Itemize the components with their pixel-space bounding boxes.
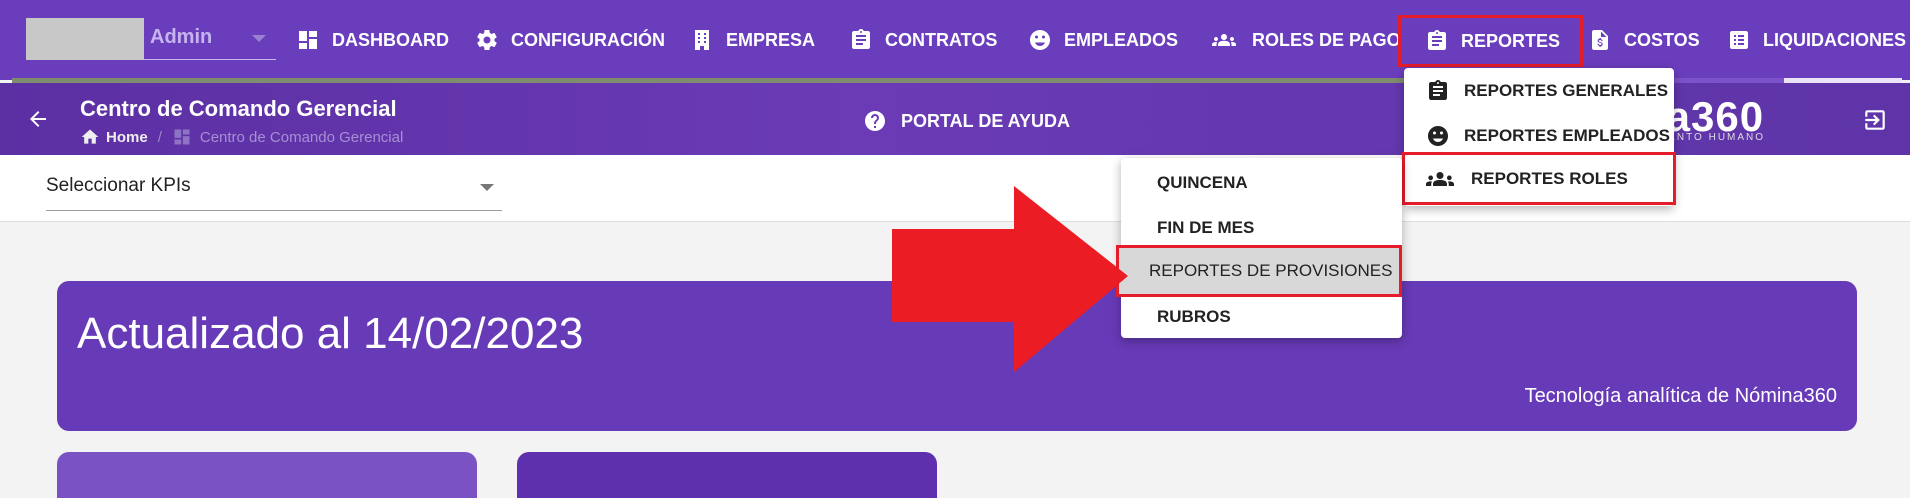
group-icon (1426, 171, 1454, 186)
nav-roles-de-pago-label: ROLES DE PAGO (1252, 29, 1401, 50)
banner-heading: Actualizado al 14/02/2023 (77, 309, 584, 358)
face-icon (1428, 125, 1448, 146)
gear-icon (477, 30, 497, 51)
nav-empresa[interactable]: EMPRESA (690, 20, 815, 60)
reportes-menu: REPORTES GENERALES REPORTES EMPLEADOS RE… (1402, 68, 1676, 206)
menu-item-label: REPORTES ROLES (1471, 168, 1628, 188)
nav-costos[interactable]: COSTOS (1588, 20, 1700, 60)
back-button[interactable] (26, 107, 50, 131)
reportes-roles-submenu: QUINCENA FIN DE MES REPORTES DE PROVISIO… (1116, 158, 1402, 339)
submenu-item-rubros[interactable]: RUBROS (1121, 294, 1402, 339)
nav-reportes[interactable]: REPORTES (1398, 15, 1584, 67)
nav-reportes-label: REPORTES (1461, 30, 1561, 51)
nav-configuracion[interactable]: CONFIGURACIÓN (475, 20, 665, 60)
nav-dashboard-label: DASHBOARD (332, 29, 449, 50)
dashboard-icon (174, 129, 190, 145)
submenu-item-label: RUBROS (1157, 306, 1231, 326)
help-icon (865, 111, 885, 131)
nav-contratos-label: CONTRATOS (885, 29, 998, 50)
menu-item-label: REPORTES EMPLEADOS (1464, 125, 1670, 145)
breadcrumb-current-label: Centro de Comando Gerencial (199, 128, 404, 146)
user-selector[interactable]: Admin (26, 18, 276, 60)
nav-roles-de-pago[interactable]: ROLES DE PAGO (1208, 20, 1401, 60)
clipboard-icon (1428, 30, 1446, 50)
arrow-back-icon (30, 111, 46, 127)
breadcrumb-current: Centro de Comando Gerencial (172, 127, 403, 147)
face-icon (1030, 30, 1050, 50)
nav-empleados-label: EMPLEADOS (1064, 29, 1179, 50)
menu-item-reportes-generales[interactable]: REPORTES GENERALES (1404, 68, 1674, 113)
chevron-down-icon (252, 35, 266, 42)
clipboard-icon (1429, 79, 1447, 100)
logout-icon (1865, 110, 1885, 130)
breadcrumb-home[interactable]: Home (80, 127, 148, 147)
submenu-item-fin-de-mes[interactable]: FIN DE MES (1121, 205, 1402, 250)
building-icon (695, 30, 709, 50)
submenu-item-label: QUINCENA (1157, 172, 1248, 192)
nav-configuracion-label: CONFIGURACIÓN (511, 29, 665, 50)
list-icon (1730, 31, 1748, 49)
submenu-item-label: REPORTES DE PROVISIONES (1149, 261, 1393, 280)
chevron-down-icon (480, 184, 494, 191)
kpi-card (57, 452, 477, 498)
dashboard-icon (299, 31, 317, 49)
breadcrumb-home-label: Home (106, 128, 148, 146)
page-title: Centro de Comando Gerencial (80, 96, 397, 121)
nav-costos-label: COSTOS (1624, 29, 1700, 50)
nav-empresa-label: EMPRESA (726, 29, 816, 50)
breadcrumb: Home / Centro de Comando Gerencial (80, 127, 403, 147)
clipboard-icon (852, 29, 870, 49)
help-portal-link[interactable]: PORTAL DE AYUDA (863, 109, 1070, 133)
menu-item-reportes-roles[interactable]: REPORTES ROLES (1402, 152, 1676, 205)
home-icon (81, 129, 99, 144)
nav-dashboard[interactable]: DASHBOARD (296, 20, 449, 60)
invoice-icon (1592, 30, 1608, 50)
banner-footer: Tecnología analítica de Nómina360 (1524, 385, 1837, 407)
submenu-item-quincena[interactable]: QUINCENA (1121, 160, 1402, 205)
arrow-shape (892, 186, 1128, 372)
kpi-select[interactable]: Seleccionar KPIs (46, 173, 502, 211)
help-portal-label: PORTAL DE AYUDA (901, 110, 1071, 131)
group-icon (1212, 34, 1236, 46)
nav-empleados[interactable]: EMPLEADOS (1028, 20, 1178, 60)
breadcrumb-separator: / (157, 128, 162, 146)
submenu-item-reportes-de-provisiones[interactable]: REPORTES DE PROVISIONES (1116, 245, 1402, 297)
logout-button[interactable] (1862, 107, 1888, 133)
annotation-arrow (892, 186, 1128, 372)
kpi-card (517, 452, 937, 498)
avatar (26, 18, 144, 60)
user-name: Admin (150, 26, 213, 48)
kpi-select-label: Seleccionar KPIs (46, 175, 191, 196)
nav-liquidaciones-label: LIQUIDACIONES (1763, 29, 1907, 50)
submenu-item-label: FIN DE MES (1157, 217, 1255, 237)
nav-liquidaciones[interactable]: LIQUIDACIONES (1727, 20, 1906, 60)
nav-contratos[interactable]: CONTRATOS (849, 20, 997, 60)
menu-item-label: REPORTES GENERALES (1464, 80, 1669, 100)
